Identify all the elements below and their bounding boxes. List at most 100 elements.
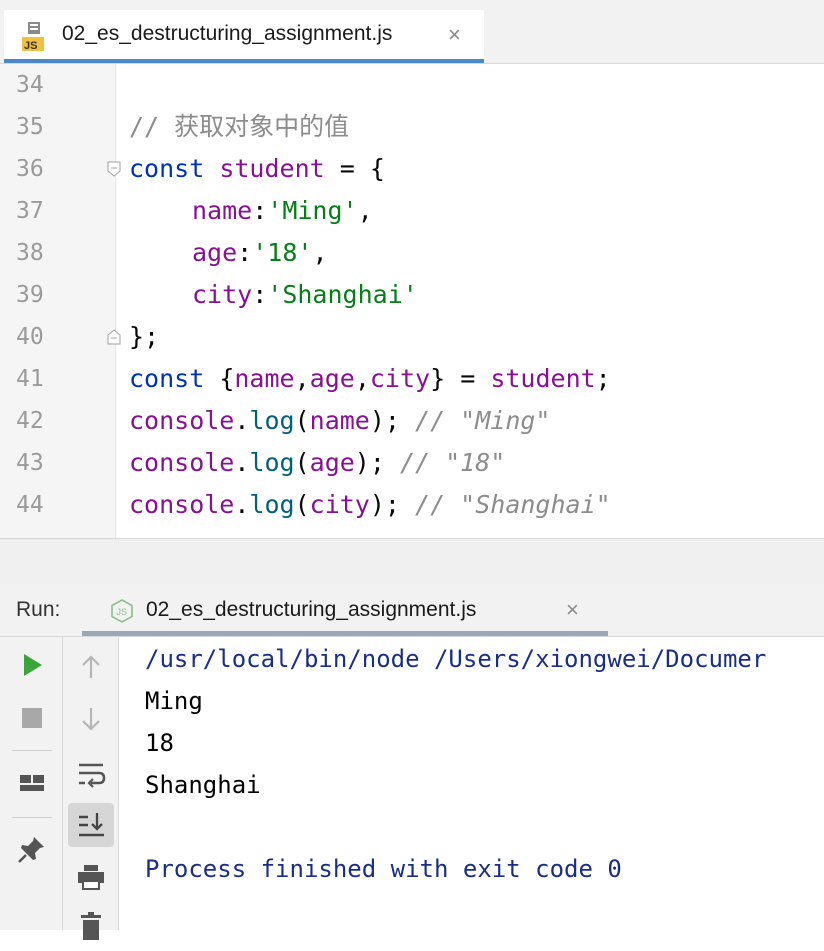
- close-icon[interactable]: ×: [448, 22, 461, 48]
- code-line: 41 const {name,age,city} = student;: [0, 358, 824, 400]
- variable-name: city: [309, 490, 370, 519]
- run-label: Run:: [16, 598, 61, 621]
- string-literal: 'Shanghai': [267, 280, 418, 309]
- editor-tab-label: 02_es_destructuring_assignment.js: [62, 22, 393, 45]
- object-name: console: [129, 448, 235, 477]
- code-line: 40 };: [0, 316, 824, 358]
- code-punct: ;: [595, 364, 611, 393]
- function-name: log: [249, 490, 295, 519]
- code-punct: ,: [354, 364, 370, 393]
- code-line: 34: [0, 64, 824, 106]
- scroll-to-end-icon[interactable]: [68, 803, 114, 847]
- code-punct: .: [234, 406, 250, 435]
- arrow-down-icon[interactable]: [71, 699, 111, 739]
- code-editor[interactable]: 34 35 // 获取对象中的值 36 const student = { 37…: [0, 64, 824, 538]
- code-punct: );: [369, 406, 416, 435]
- code-punct: .: [234, 448, 250, 477]
- close-icon[interactable]: ×: [566, 597, 579, 623]
- pin-icon[interactable]: [12, 829, 52, 869]
- toolbar-divider: [12, 750, 52, 751]
- code-punct: ,: [294, 364, 310, 393]
- property-name: city: [192, 280, 253, 309]
- string-literal: 'Ming': [267, 196, 358, 225]
- variable-name: name: [234, 364, 295, 393]
- svg-text:JS: JS: [24, 40, 37, 52]
- string-literal: '18': [252, 238, 313, 267]
- line-number: 40: [16, 324, 44, 350]
- code-punct: {: [204, 364, 235, 393]
- run-panel-header: Run: JS 02_es_destructuring_assignment.j…: [0, 584, 824, 637]
- rerun-icon[interactable]: [12, 645, 52, 685]
- run-toolbar-primary: [0, 637, 63, 930]
- code-line: 37 name:'Ming',: [0, 190, 824, 232]
- code-line: 38 age:'18',: [0, 232, 824, 274]
- property-name: age: [192, 238, 238, 267]
- code-punct: (: [294, 406, 310, 435]
- code-punct: :: [237, 238, 253, 267]
- function-name: log: [249, 406, 295, 435]
- editor-tab[interactable]: JS 02_es_destructuring_assignment.js ×: [4, 10, 484, 63]
- arrow-up-icon[interactable]: [71, 647, 111, 687]
- toolbar-divider: [12, 817, 52, 818]
- code-punct: };: [129, 322, 160, 351]
- code-punct: :: [252, 280, 268, 309]
- code-line: 42 console.log(name); // "Ming": [0, 400, 824, 442]
- keyword: const: [129, 364, 205, 393]
- line-number: 34: [16, 72, 44, 98]
- code-punct: } =: [430, 364, 491, 393]
- variable-name: student: [219, 154, 325, 183]
- line-number: 35: [16, 114, 44, 140]
- comment-text: // "18": [399, 448, 506, 477]
- code-punct: = {: [324, 154, 385, 183]
- property-name: name: [192, 196, 253, 225]
- function-name: log: [249, 448, 295, 477]
- line-number: 44: [16, 492, 44, 518]
- trash-icon[interactable]: [71, 907, 111, 947]
- line-number: 42: [16, 408, 44, 434]
- object-name: console: [129, 490, 235, 519]
- line-number: 39: [16, 282, 44, 308]
- code-line: 35 // 获取对象中的值: [0, 106, 824, 148]
- active-run-tab-indicator: [82, 631, 608, 636]
- soft-wrap-icon[interactable]: [71, 753, 111, 793]
- line-number: 38: [16, 240, 44, 266]
- code-line: 39 city:'Shanghai': [0, 274, 824, 316]
- line-number: 37: [16, 198, 44, 224]
- console-command-line: /usr/local/bin/node /Users/xiongwei/Docu…: [145, 645, 767, 673]
- code-punct: (: [294, 490, 310, 519]
- variable-name: age: [309, 364, 355, 393]
- code-line: 36 const student = {: [0, 148, 824, 190]
- panel-splitter[interactable]: [0, 538, 824, 585]
- active-tab-indicator: [4, 59, 484, 63]
- fold-close-icon[interactable]: [107, 329, 121, 345]
- stop-icon[interactable]: [12, 698, 52, 738]
- console-exit-message: Process finished with exit code 0: [145, 855, 622, 883]
- js-file-icon: JS: [20, 21, 52, 53]
- console-line: Ming: [145, 687, 203, 715]
- layout-icon[interactable]: [12, 763, 52, 803]
- line-number: 41: [16, 366, 44, 392]
- comment-text: // 获取对象中的值: [129, 112, 350, 141]
- code-punct: );: [354, 448, 400, 477]
- code-punct: ,: [312, 238, 328, 267]
- editor-tab-bar: JS 02_es_destructuring_assignment.js ×: [0, 10, 824, 64]
- print-icon[interactable]: [71, 857, 111, 897]
- run-toolbar-secondary: [63, 637, 119, 940]
- variable-name: city: [369, 364, 431, 393]
- code-line: 43 console.log(age); // "18": [0, 442, 824, 484]
- object-name: console: [129, 406, 235, 435]
- keyword: const: [129, 154, 205, 183]
- fold-open-icon[interactable]: [107, 161, 121, 177]
- console-line: Shanghai: [145, 771, 261, 799]
- code-punct: (: [294, 448, 310, 477]
- variable-name: student: [490, 364, 596, 393]
- console-line: 18: [145, 729, 174, 757]
- line-number: 43: [16, 450, 44, 476]
- code-punct: ,: [357, 196, 373, 225]
- comment-text: // "Ming": [415, 406, 551, 435]
- code-punct: .: [234, 490, 250, 519]
- code-punct: :: [252, 196, 268, 225]
- nodejs-icon: JS: [110, 599, 134, 623]
- run-tab-label: 02_es_destructuring_assignment.js: [146, 598, 477, 621]
- code-punct: );: [369, 490, 416, 519]
